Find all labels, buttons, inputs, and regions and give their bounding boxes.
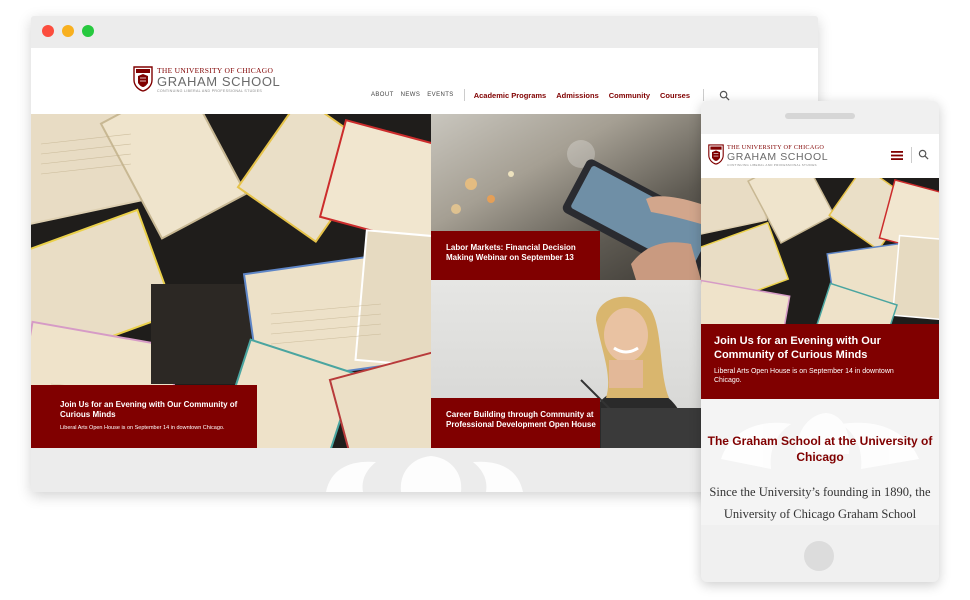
window-minimize-button[interactable] — [62, 25, 74, 37]
nav-link-academic-programs[interactable]: Academic Programs — [474, 91, 547, 100]
logo-tagline: CONTINUING LIBERAL AND PROFESSIONAL STUD… — [157, 89, 263, 93]
university-shield-icon — [708, 144, 724, 165]
nav-link-news[interactable]: NEWS — [401, 92, 421, 98]
site-header: THE UNIVERSITY OF CHICAGO GRAHAM SCHOOL … — [31, 48, 818, 114]
mobile-section-heading: The Graham School at the University of C… — [707, 434, 933, 464]
nav-link-admissions[interactable]: Admissions — [556, 91, 599, 100]
mobile-hero-subtitle: Liberal Arts Open House is on September … — [714, 368, 894, 384]
logo-tagline: CONTINUING LIBERAL AND PROFESSIONAL STUD… — [727, 162, 817, 167]
nav-link-community[interactable]: Community — [609, 91, 650, 100]
mobile-intro-section: The Graham School at the University of C… — [701, 399, 939, 525]
phone-home-button[interactable] — [804, 541, 834, 571]
mobile-site-logo[interactable]: THE UNIVERSITY OF CHICAGO GRAHAM SCHOOL … — [708, 144, 828, 168]
search-icon[interactable] — [918, 149, 929, 160]
logo-school-text: GRAHAM SCHOOL — [157, 74, 281, 89]
logo-school-text: GRAHAM SCHOOL — [727, 150, 829, 163]
desktop-browser-mockup: THE UNIVERSITY OF CHICAGO GRAHAM SCHOOL … — [31, 16, 818, 492]
books-photo — [701, 178, 939, 324]
mobile-screen: THE UNIVERSITY OF CHICAGO GRAHAM SCHOOL … — [701, 134, 939, 525]
page-fold-area — [31, 448, 818, 492]
nav-link-courses[interactable]: Courses — [660, 91, 690, 100]
main-navigation: ABOUT NEWS EVENTS Academic Programs Admi… — [371, 89, 730, 101]
mobile-section-body: Since the University’s founding in 1890,… — [709, 485, 931, 521]
nav-divider — [703, 89, 705, 101]
hero-feature-career[interactable]: Career Building through Community at Pro… — [431, 280, 701, 448]
nav-divider — [463, 89, 465, 101]
university-shield-icon — [133, 66, 153, 92]
hero-main-subtitle: Liberal Arts Open House is on September … — [60, 425, 225, 431]
nav-link-events[interactable]: EVENTS — [427, 92, 453, 98]
mobile-hero-title: Join Us for an Evening with Our Communit… — [714, 335, 881, 361]
window-close-button[interactable] — [42, 25, 54, 37]
phoenix-watermark — [326, 456, 523, 492]
hero-webinar-title: Labor Markets: Financial Decision Making… — [446, 243, 576, 262]
mobile-device-mockup: THE UNIVERSITY OF CHICAGO GRAHAM SCHOOL … — [701, 101, 939, 582]
hamburger-menu-icon[interactable] — [891, 151, 903, 160]
mobile-hero-caption[interactable]: Join Us for an Evening with Our Communit… — [701, 324, 939, 399]
hero-career-caption[interactable]: Career Building through Community at Pro… — [431, 398, 600, 448]
hero-career-title: Career Building through Community at Pro… — [446, 410, 596, 429]
hero-feature-webinar[interactable]: Labor Markets: Financial Decision Making… — [431, 114, 701, 280]
phone-speaker — [785, 113, 855, 119]
hero-main-caption[interactable]: Join Us for an Evening with Our Communit… — [31, 385, 257, 448]
hero-main-title: Join Us for an Evening with Our Communit… — [60, 400, 238, 419]
mobile-hero-books[interactable] — [701, 178, 939, 324]
search-icon[interactable] — [719, 90, 730, 101]
header-divider — [911, 147, 912, 163]
mobile-header: THE UNIVERSITY OF CHICAGO GRAHAM SCHOOL … — [701, 134, 939, 178]
nav-link-about[interactable]: ABOUT — [371, 92, 394, 98]
browser-title-bar — [31, 16, 818, 48]
site-logo[interactable]: THE UNIVERSITY OF CHICAGO GRAHAM SCHOOL … — [133, 66, 280, 96]
hero-webinar-caption[interactable]: Labor Markets: Financial Decision Making… — [431, 231, 600, 280]
hero-feature-books[interactable]: Join Us for an Evening with Our Communit… — [31, 114, 431, 448]
window-maximize-button[interactable] — [82, 25, 94, 37]
